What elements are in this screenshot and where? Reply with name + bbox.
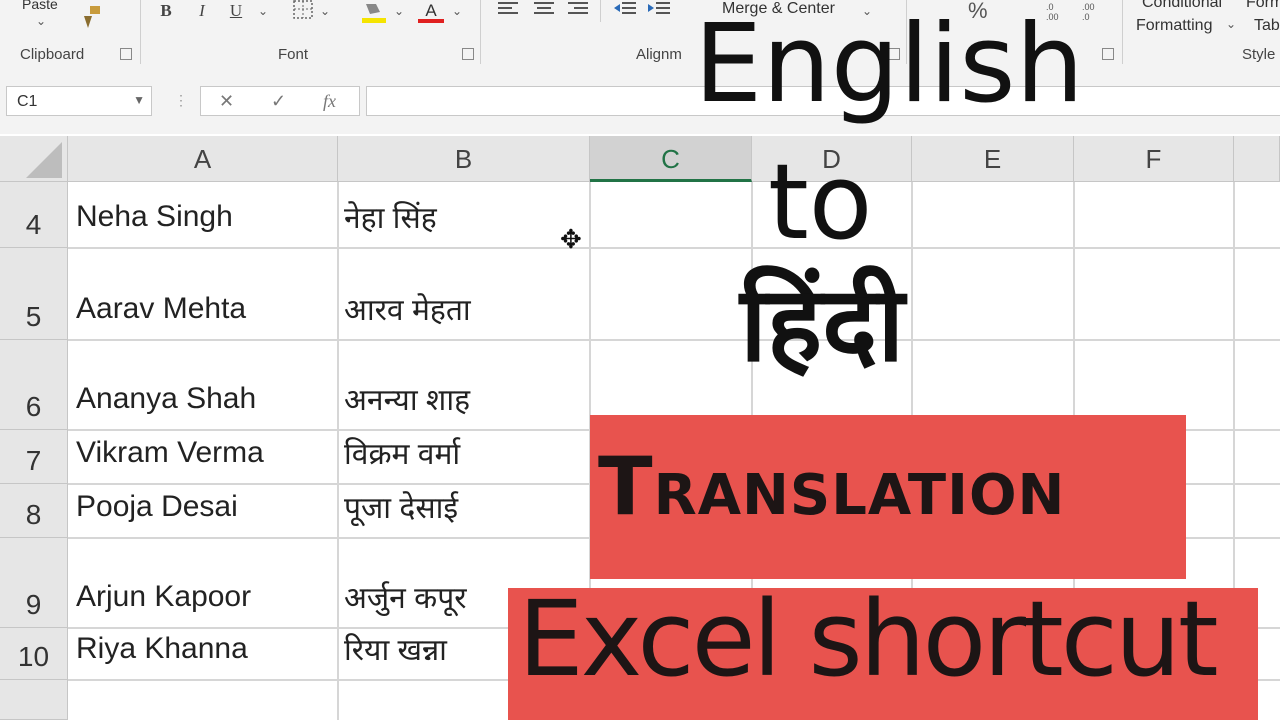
italic-button[interactable]: I: [192, 0, 212, 22]
row-header-4[interactable]: 4: [0, 182, 68, 248]
name-box-dropdown-icon[interactable]: ▼: [133, 93, 145, 107]
column-header-partial[interactable]: [1234, 136, 1280, 182]
align-left-icon[interactable]: [498, 2, 518, 18]
row-header-10[interactable]: 10: [0, 628, 68, 680]
row-header-5[interactable]: 5: [0, 248, 68, 340]
move-cursor-icon: ✥: [560, 224, 582, 254]
cell-a5[interactable]: Aarav Mehta: [76, 292, 246, 326]
cell-b5[interactable]: आरव मेहता: [344, 288, 471, 329]
row-header-11[interactable]: [0, 680, 68, 720]
name-box-value: C1: [17, 93, 38, 110]
increase-indent-icon[interactable]: [646, 0, 672, 20]
font-launcher-icon[interactable]: [462, 48, 474, 60]
cell-a8[interactable]: Pooja Desai: [76, 490, 238, 524]
underline-button[interactable]: U: [226, 0, 246, 22]
gridline: [68, 339, 1280, 341]
format-as-table-line1[interactable]: Form: [1246, 0, 1280, 12]
cell-a4[interactable]: Neha Singh: [76, 200, 233, 234]
clipboard-launcher-icon[interactable]: [120, 48, 132, 60]
cell-a10[interactable]: Riya Khanna: [76, 632, 248, 666]
font-color-dropdown-icon[interactable]: ⌄: [450, 0, 464, 22]
separator: [600, 0, 601, 22]
select-all-triangle-icon: [26, 142, 62, 178]
align-right-icon[interactable]: [568, 2, 588, 18]
cell-b7[interactable]: विक्रम वर्मा: [344, 432, 460, 473]
font-group-label: Font: [278, 46, 309, 63]
cell-b4[interactable]: नेहा सिंह: [344, 196, 437, 237]
paste-dropdown-icon[interactable]: ⌄: [36, 14, 46, 28]
formula-controls: ✕ ✓ fx: [200, 86, 360, 116]
alignment-group-label: Alignm: [636, 46, 682, 63]
overlay-title-to: to: [768, 141, 873, 263]
insert-function-icon[interactable]: fx: [323, 91, 336, 112]
paste-button[interactable]: Paste: [22, 0, 58, 12]
row-header-6[interactable]: 6: [0, 340, 68, 430]
cell-b9[interactable]: अर्जुन कपूर: [344, 576, 467, 617]
cancel-icon[interactable]: ✕: [219, 91, 234, 112]
row-header-9[interactable]: 9: [0, 538, 68, 628]
cell-a9[interactable]: Arjun Kapoor: [76, 580, 251, 614]
styles-group-label: Style: [1242, 46, 1276, 63]
enter-icon[interactable]: ✓: [271, 91, 286, 112]
cell-b10[interactable]: रिया खन्ना: [344, 628, 447, 669]
clipboard-group-label: Clipboard: [20, 46, 85, 63]
format-painter-icon[interactable]: [78, 4, 104, 30]
conditional-formatting-dropdown-icon[interactable]: ⌄: [1226, 17, 1236, 31]
separator: [1122, 0, 1123, 64]
excel-shortcut-banner-text: Excel shortcut: [518, 578, 1219, 700]
fill-color-icon[interactable]: [360, 0, 388, 24]
column-header-b[interactable]: B: [338, 136, 590, 182]
fill-color-dropdown-icon[interactable]: ⌄: [392, 0, 406, 22]
conditional-formatting-line2[interactable]: Formatting: [1136, 17, 1212, 35]
overlay-title-english: English: [694, 2, 1084, 127]
formula-bar-grip-icon[interactable]: ⋮: [174, 92, 188, 109]
underline-dropdown-icon[interactable]: ⌄: [256, 0, 270, 22]
number-launcher-icon[interactable]: [1102, 48, 1114, 60]
overlay-title-hindi: हिंदी: [740, 263, 905, 385]
borders-dropdown-icon[interactable]: ⌄: [318, 0, 332, 22]
column-header-f[interactable]: F: [1074, 136, 1234, 182]
cell-b6[interactable]: अनन्या शाह: [344, 378, 470, 419]
cell-b8[interactable]: पूजा देसाई: [344, 486, 458, 527]
row-header-8[interactable]: 8: [0, 484, 68, 538]
align-center-icon[interactable]: [534, 2, 554, 18]
cell-a7[interactable]: Vikram Verma: [76, 436, 264, 470]
gridline: [337, 182, 339, 720]
conditional-formatting-line1[interactable]: Conditional: [1142, 0, 1222, 12]
column-header-e[interactable]: E: [912, 136, 1074, 182]
column-header-c[interactable]: C: [590, 136, 752, 182]
font-color-swatch: [418, 19, 444, 23]
gridline: [68, 247, 1280, 249]
row-header-7[interactable]: 7: [0, 430, 68, 484]
borders-icon[interactable]: [292, 0, 314, 20]
name-box[interactable]: C1 ▼: [6, 86, 152, 116]
format-as-table-line2[interactable]: Tab: [1254, 17, 1280, 35]
bold-button[interactable]: B: [156, 0, 176, 22]
column-header-a[interactable]: A: [68, 136, 338, 182]
decrease-indent-icon[interactable]: [612, 0, 638, 20]
translation-banner-text: Translation: [598, 440, 1066, 533]
separator: [480, 0, 481, 64]
cell-a6[interactable]: Ananya Shah: [76, 382, 256, 416]
separator: [140, 0, 141, 64]
